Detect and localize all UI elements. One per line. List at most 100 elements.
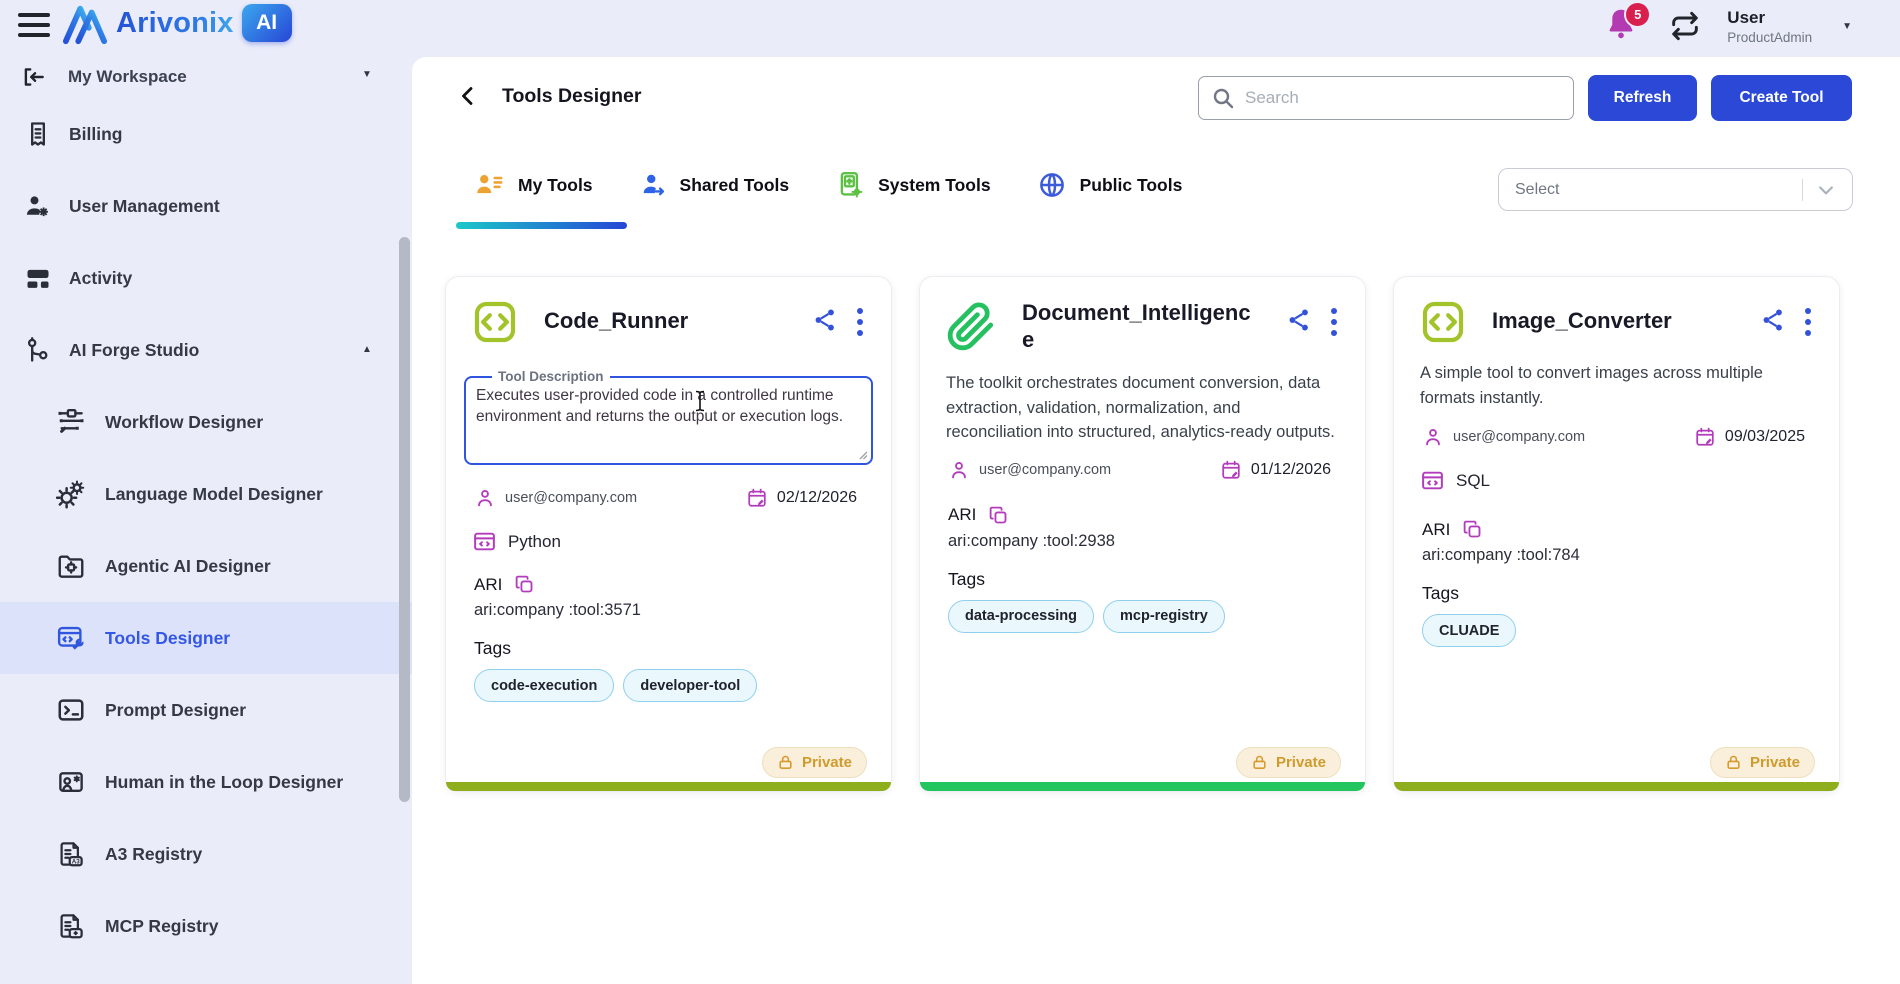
device-gear-icon xyxy=(835,170,865,200)
create-tool-button[interactable]: Create Tool xyxy=(1711,75,1852,121)
kebab-menu-icon[interactable] xyxy=(1803,307,1813,337)
sidebar-item-a3-registry[interactable]: A3 A3 Registry xyxy=(0,818,412,890)
lock-icon xyxy=(1725,754,1742,771)
ari-value: ari:company :tool:784 xyxy=(1422,546,1813,565)
tool-description: The toolkit orchestrates document conver… xyxy=(946,371,1339,445)
workflow-nodes-icon xyxy=(56,407,86,437)
document-mcp-badge-icon xyxy=(56,911,86,941)
person-icon xyxy=(948,459,970,481)
browser-code-icon xyxy=(472,529,497,554)
tool-language: SQL xyxy=(1456,471,1490,491)
share-icon[interactable] xyxy=(812,307,838,333)
tag-pill: mcp-registry xyxy=(1103,600,1225,633)
tool-date: 02/12/2026 xyxy=(777,489,857,507)
search-input[interactable] xyxy=(1245,88,1561,108)
sidebar-item-prompt-designer[interactable]: Prompt Designer xyxy=(0,674,412,746)
user-menu[interactable]: User ProductAdmin ▼ xyxy=(1727,8,1852,45)
tool-title: Code_Runner xyxy=(544,299,786,334)
tab-label: System Tools xyxy=(878,175,991,196)
workspace-switcher[interactable]: My Workspace ▼ xyxy=(0,57,412,97)
sidebar-item-agentic-ai-designer[interactable]: Agentic AI Designer xyxy=(0,530,412,602)
sidebar-item-workflow-designer[interactable]: Workflow Designer xyxy=(0,386,412,458)
back-button[interactable] xyxy=(456,83,480,109)
calendar-edit-icon xyxy=(1694,426,1716,448)
visibility-badge: Private xyxy=(1236,747,1341,778)
sidebar-item-billing[interactable]: Billing xyxy=(0,98,412,170)
sidebar-item-language-model-designer[interactable]: Language Model Designer xyxy=(0,458,412,530)
calendar-edit-icon xyxy=(746,487,768,509)
copy-icon[interactable] xyxy=(514,574,535,595)
notification-bell-button[interactable]: 5 xyxy=(1603,4,1643,48)
owner-email: user@company.com xyxy=(1453,429,1585,445)
tags-label: Tags xyxy=(474,638,865,659)
copy-icon[interactable] xyxy=(988,505,1009,526)
kebab-menu-icon[interactable] xyxy=(1329,307,1339,337)
sidebar-item-label: Workflow Designer xyxy=(105,412,263,433)
search-icon xyxy=(1211,86,1235,110)
card-accent-bar xyxy=(920,782,1365,791)
page-header: Tools Designer xyxy=(456,83,641,109)
person-icon xyxy=(474,487,496,509)
kebab-menu-icon[interactable] xyxy=(855,307,865,337)
tab-my-tools[interactable]: My Tools xyxy=(474,171,593,199)
ari-label: ARI xyxy=(474,575,502,595)
tab-system-tools[interactable]: System Tools xyxy=(835,170,991,200)
tab-label: My Tools xyxy=(518,175,593,196)
tags-row: CLUADE xyxy=(1422,614,1813,647)
sidebar-item-label: Activity xyxy=(69,268,132,289)
collapse-sidebar-icon[interactable] xyxy=(20,64,48,90)
globe-icon xyxy=(1037,170,1067,200)
workspace-label: My Workspace xyxy=(68,67,187,87)
owner-email: user@company.com xyxy=(505,490,637,506)
hamburger-menu-icon[interactable] xyxy=(18,13,50,37)
calendar-edit-icon xyxy=(1220,459,1242,481)
filter-select-placeholder: Select xyxy=(1515,181,1802,199)
share-icon[interactable] xyxy=(1760,307,1786,333)
refresh-button[interactable]: Refresh xyxy=(1588,75,1697,121)
tab-shared-tools[interactable]: Shared Tools xyxy=(639,171,790,199)
tab-public-tools[interactable]: Public Tools xyxy=(1037,170,1183,200)
sidebar-item-user-management[interactable]: User Management xyxy=(0,170,412,242)
tags-label: Tags xyxy=(948,569,1339,590)
sidebar-item-human-in-the-loop-designer[interactable]: Human in the Loop Designer xyxy=(0,746,412,818)
billing-receipt-icon xyxy=(24,120,52,148)
brand-logo[interactable]: Arivonix AI xyxy=(62,1,292,45)
user-gear-icon xyxy=(24,192,52,220)
document-a3-badge-icon: A3 xyxy=(56,839,86,869)
sidebar-item-label: A3 Registry xyxy=(105,844,202,865)
sidebar-item-label: Billing xyxy=(69,124,122,145)
header-actions: Refresh Create Tool xyxy=(1198,75,1852,121)
tag-pill: developer-tool xyxy=(623,669,757,702)
visibility-badge: Private xyxy=(1710,747,1815,778)
tool-date: 09/03/2025 xyxy=(1725,428,1805,446)
sidebar-item-label: Language Model Designer xyxy=(105,484,323,505)
sidebar-item-mcp-registry[interactable]: MCP Registry xyxy=(0,890,412,962)
tags-row: data-processing mcp-registry xyxy=(948,600,1339,633)
tool-cards: Code_Runner Tool Description Executes us… xyxy=(445,276,1840,792)
sidebar-item-tools-designer[interactable]: Tools Designer xyxy=(0,602,412,674)
terminal-icon xyxy=(56,695,86,725)
share-icon[interactable] xyxy=(1286,307,1312,333)
person-icon xyxy=(1422,426,1444,448)
code-brackets-icon xyxy=(1420,299,1466,345)
sidebar: My Workspace ▼ Billing User Management xyxy=(0,57,412,984)
sidebar-scrollbar-thumb[interactable] xyxy=(399,237,410,802)
sidebar-item-ai-forge-studio[interactable]: AI Forge Studio ▲ xyxy=(0,314,412,386)
filter-select-dropdown[interactable]: Select xyxy=(1498,168,1853,211)
sidebar-item-label: Tools Designer xyxy=(105,628,230,649)
ari-value: ari:company :tool:2938 xyxy=(948,532,1339,551)
sidebar-item-activity[interactable]: Activity xyxy=(0,242,412,314)
sidebar-nav: Billing User Management Activity AI Fo xyxy=(0,98,412,962)
tool-description-label: Tool Description xyxy=(492,369,610,384)
switch-workspace-icon[interactable] xyxy=(1669,10,1701,42)
textarea-resize-handle[interactable] xyxy=(858,450,868,460)
browser-code-icon xyxy=(1420,468,1445,493)
copy-icon[interactable] xyxy=(1462,519,1483,540)
folder-chip-icon xyxy=(56,551,86,581)
tool-description-textarea[interactable]: Executes user-provided code in a control… xyxy=(476,386,861,452)
lock-icon xyxy=(777,754,794,771)
visibility-label: Private xyxy=(1276,754,1326,771)
brand-ai-badge: AI xyxy=(242,4,292,42)
tool-description: A simple tool to convert images across m… xyxy=(1420,361,1813,410)
sidebar-item-label: AI Forge Studio xyxy=(69,340,199,361)
